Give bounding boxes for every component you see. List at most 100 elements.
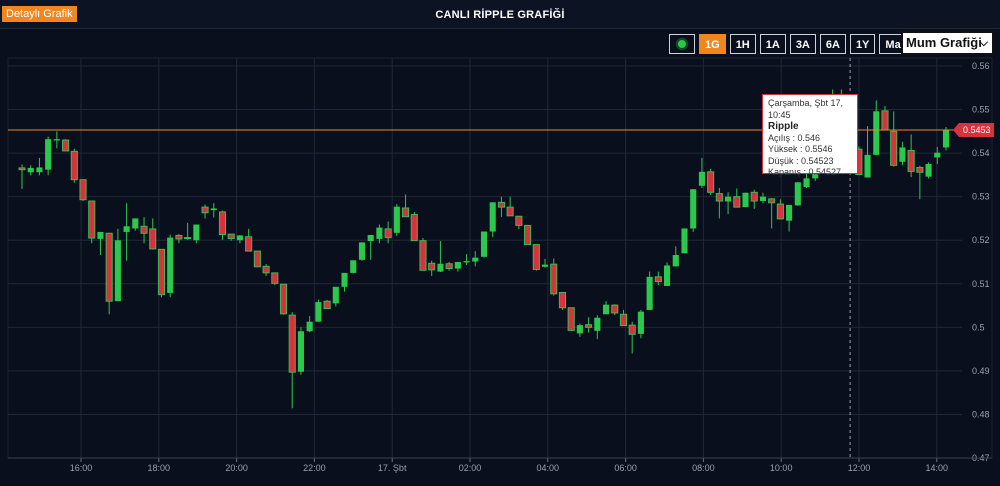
y-tick-label: 0.56 — [972, 61, 990, 71]
candle-down — [428, 262, 436, 271]
candle-up — [358, 242, 366, 260]
candle-down — [157, 248, 166, 296]
range-button-1h[interactable]: 1H — [729, 34, 756, 54]
candle-up — [576, 325, 583, 334]
range-button-1g[interactable]: 1G — [699, 34, 726, 54]
candle-down — [140, 225, 148, 234]
range-button-6a[interactable]: 6A — [819, 34, 846, 54]
candle-down — [515, 215, 523, 226]
candle-up — [315, 302, 322, 322]
candle-up — [167, 237, 174, 293]
y-tick-label: 0.53 — [972, 192, 990, 202]
candle-down — [654, 276, 662, 283]
candle-down — [776, 203, 784, 220]
candle-down — [707, 171, 715, 193]
candle-down — [401, 207, 410, 218]
candle-up — [864, 154, 871, 178]
range-button-1a[interactable]: 1A — [759, 34, 786, 54]
live-indicator[interactable] — [669, 34, 695, 54]
candle-up — [123, 226, 130, 232]
candle-down — [611, 304, 619, 314]
candle-up — [332, 286, 339, 304]
candle-up — [786, 204, 793, 221]
x-axis: 16:00 18:00 20:00 22:00 17. Şbt 02:00 04:00 06:… — [8, 457, 992, 473]
candle-down — [79, 179, 87, 201]
candle-up — [393, 206, 400, 233]
last-price-label: 0.5453 — [953, 123, 994, 137]
candle-down — [323, 300, 331, 310]
candle-up — [210, 208, 217, 211]
candle-up — [759, 196, 766, 202]
candle-up — [193, 224, 200, 241]
candle-up — [97, 231, 104, 239]
y-axis: 0.470.480.490.50.510.520.530.540.550.56 — [972, 61, 990, 463]
tooltip-name: Ripple — [768, 121, 799, 132]
candle-down — [558, 291, 567, 309]
candle-down — [524, 224, 532, 246]
candle-down — [201, 206, 209, 214]
range-button-3a[interactable]: 3A — [789, 34, 816, 54]
range-button-1y[interactable]: 1Y — [849, 34, 876, 54]
x-tick-label: 22:00 — [303, 463, 326, 473]
candle-up — [925, 164, 932, 177]
candle-up — [672, 255, 679, 267]
candle-down — [175, 234, 183, 240]
live-dot-icon — [676, 38, 688, 50]
candle-down — [733, 196, 741, 208]
candle-up — [637, 311, 644, 334]
candle-up — [742, 192, 749, 208]
candle-up — [36, 167, 43, 173]
candle-up — [463, 261, 470, 263]
candle-up — [934, 152, 941, 158]
candle-up — [646, 276, 653, 310]
candle-up — [690, 189, 697, 229]
candle-up — [873, 111, 880, 155]
candle-up — [53, 139, 60, 141]
candle-down — [218, 211, 227, 236]
candle-down — [262, 265, 270, 274]
x-tick-label: 08:00 — [692, 463, 715, 473]
candle-down — [419, 240, 427, 271]
candlestick-chart[interactable]: 0.470.480.490.50.510.520.530.540.550.56 … — [0, 0, 1000, 486]
candle-down — [619, 313, 628, 327]
candle-down — [750, 191, 758, 202]
tooltip-open: Açılış : 0.546 — [768, 132, 821, 143]
candle-up — [236, 235, 243, 241]
x-tick-label: 16:00 — [70, 463, 93, 473]
chart-type-select[interactable]: Mum Grafiği ⌵ — [901, 31, 994, 55]
candle-down — [279, 283, 288, 315]
candle-up — [480, 231, 488, 257]
candle-down — [715, 193, 723, 202]
tooltip-close: Kapanış : 0.54527 — [768, 167, 842, 177]
candle-down — [567, 307, 575, 331]
candle-up — [132, 218, 139, 229]
candle-down — [88, 200, 96, 239]
candle-down — [506, 206, 514, 217]
x-tick-label: 12:00 — [848, 463, 871, 473]
y-tick-label: 0.48 — [972, 409, 990, 419]
candle-down — [881, 110, 889, 131]
candle-up — [541, 264, 549, 267]
x-tick-label: 04:00 — [537, 463, 560, 473]
range-toolbar: 1G 1H 1A 3A 6A 1Y Max — [669, 33, 913, 55]
candle-down — [105, 232, 113, 302]
candle-down — [227, 233, 235, 239]
candle-up — [27, 167, 34, 173]
candle-down — [62, 139, 70, 152]
candle-up — [341, 272, 348, 287]
candle-down — [907, 149, 915, 172]
candle-down — [70, 150, 78, 181]
candle-down — [445, 263, 453, 270]
candle-down — [410, 214, 418, 242]
candle-down — [890, 130, 898, 166]
candle-up — [794, 182, 801, 206]
y-tick-label: 0.54 — [972, 148, 990, 158]
candle-up — [114, 240, 121, 302]
candle-up — [594, 317, 601, 331]
price-tooltip: Çarşamba, Şbt 17, 10:45 Ripple Açılış : … — [762, 94, 858, 177]
chart-type-value: Mum Grafiği — [906, 35, 982, 50]
chevron-down-icon: ⌵ — [979, 37, 988, 49]
candle-up — [376, 227, 383, 239]
y-tick-label: 0.51 — [972, 279, 990, 289]
tooltip-low: Düşük : 0.54523 — [768, 155, 834, 166]
